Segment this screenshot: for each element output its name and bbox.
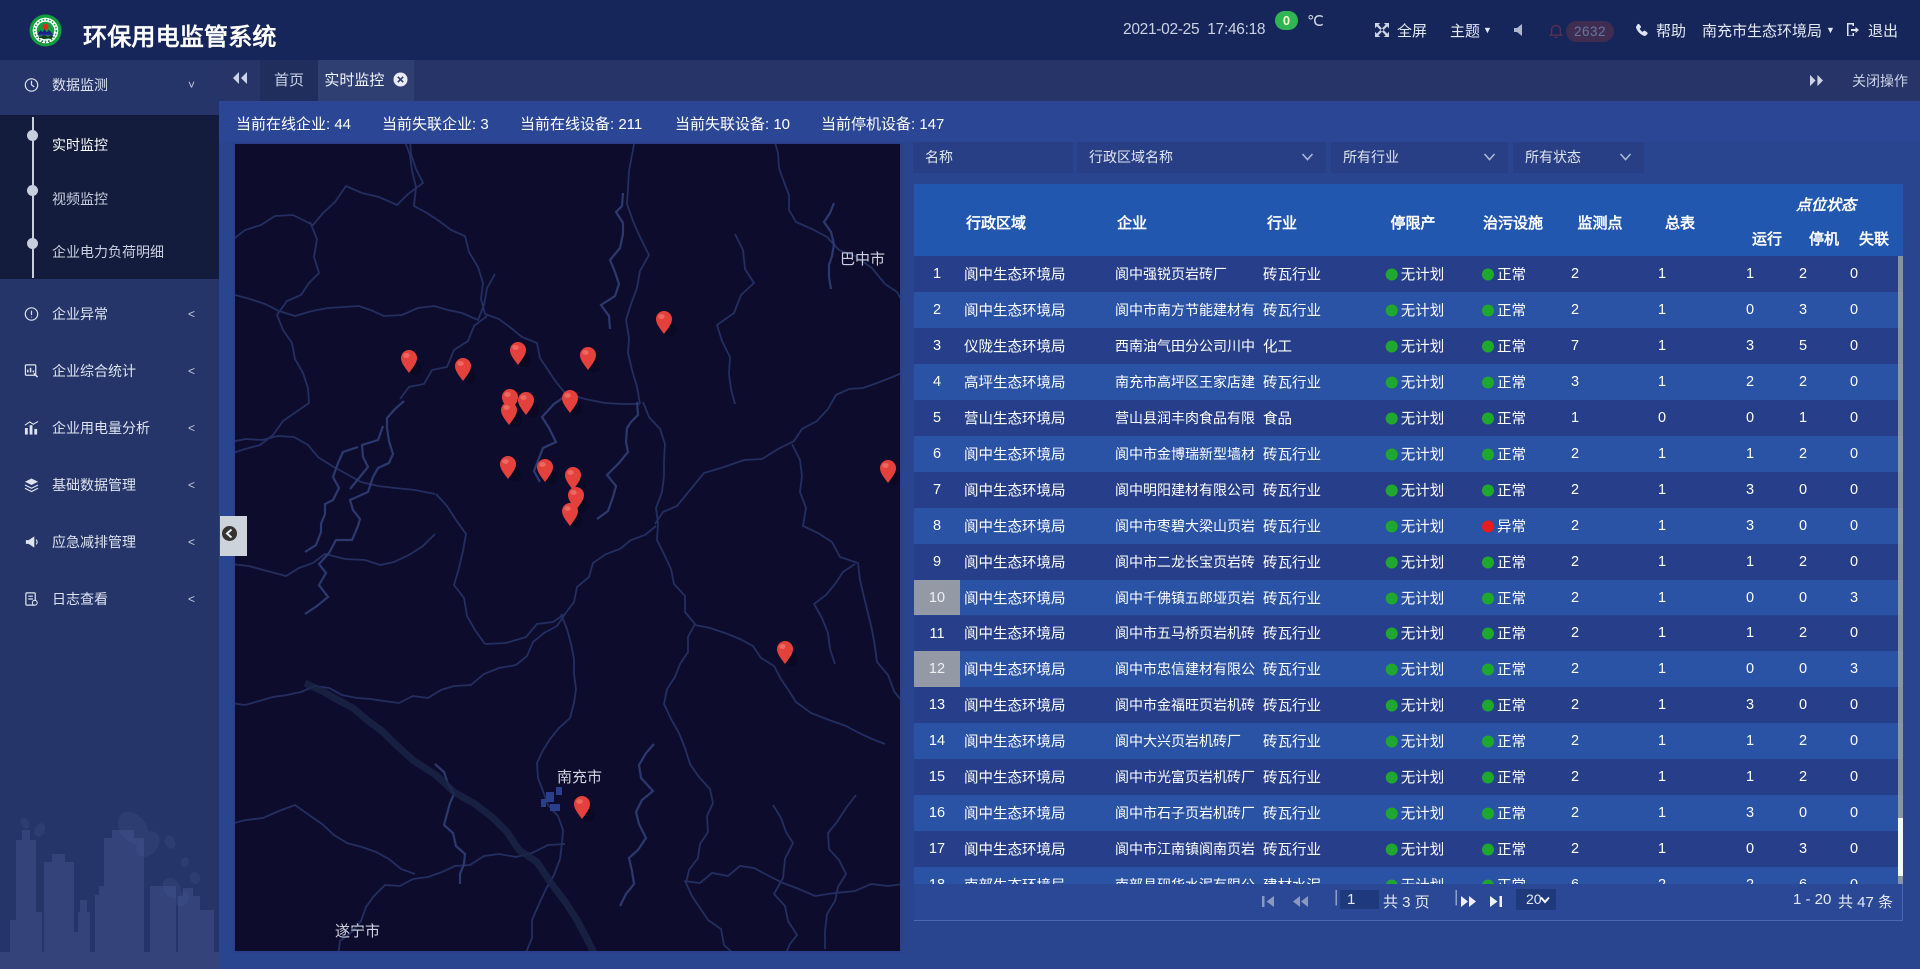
svg-text:巴中市: 巴中市	[840, 251, 885, 268]
svg-text:遂宁市: 遂宁市	[335, 923, 380, 940]
svg-text:南充市: 南充市	[557, 769, 602, 786]
